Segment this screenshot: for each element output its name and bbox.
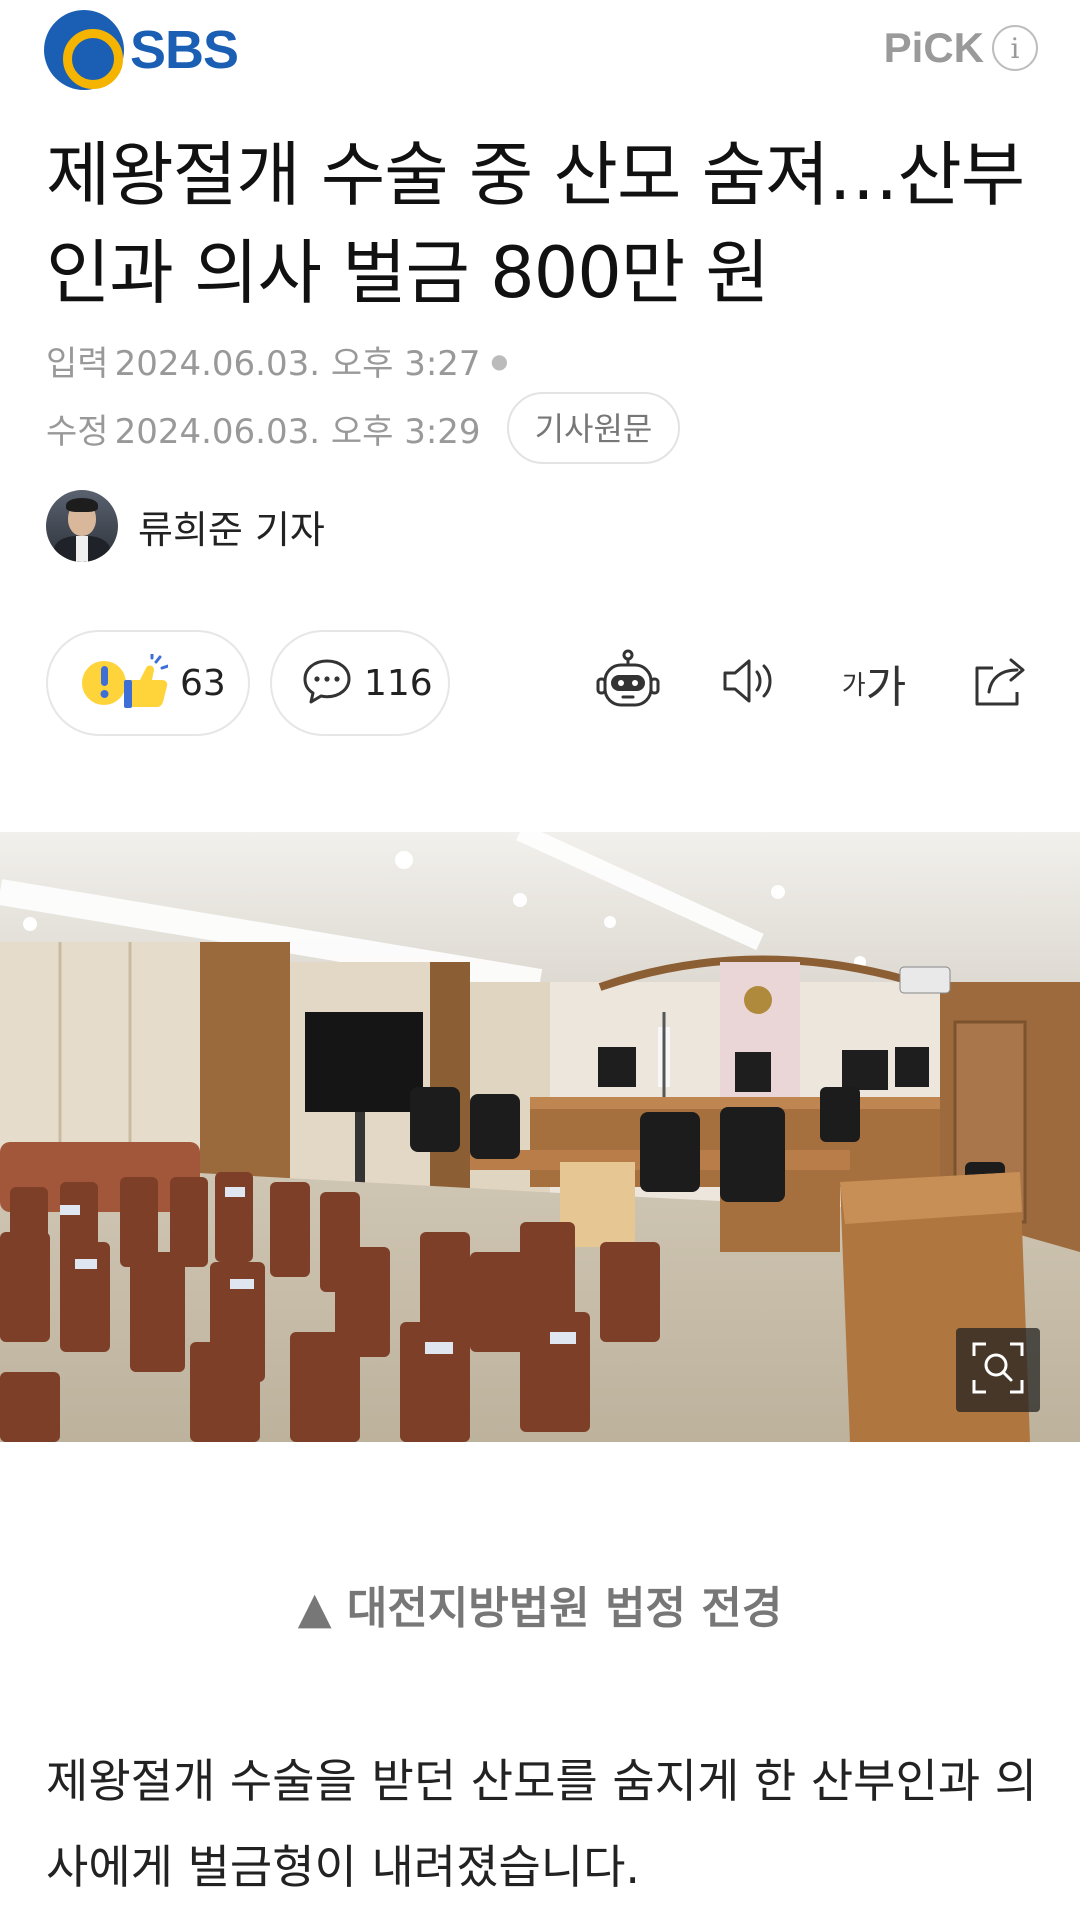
text-to-speech-button[interactable] [718,648,784,718]
font-size-large-label: 가 [865,662,907,713]
font-size-small-label: 가 [841,670,866,701]
avatar [46,490,118,562]
published-label: 입력 [46,344,109,384]
article-body-paragraph: 제왕절개 수술을 받던 산모를 숨지게 한 산부인과 의사에게 벌금형이 내려졌… [46,1754,1038,1894]
modified-label: 수정 [46,411,109,452]
published-time: 2024.06.03. 오후 3:27 [114,344,481,384]
separator-dot-icon: ● [490,348,509,373]
reporter[interactable]: 류희준 기자 [46,490,325,562]
comment-icon [302,657,352,709]
pick-label: PiCK [883,24,984,71]
font-size-button[interactable]: 가 가 [836,648,912,718]
info-icon[interactable]: i [992,25,1038,71]
sbs-logo-text: SBS [130,20,239,80]
summary-bot-button[interactable] [592,648,664,718]
share-icon [971,654,1029,712]
reaction-button[interactable]: 63 [46,630,250,736]
sbs-logo-mark [44,10,124,90]
sbs-logo[interactable]: SBS [44,10,239,90]
reaction-icon [82,654,168,712]
courtroom-image [0,832,1080,1442]
original-article-button[interactable]: 기사원문 [506,392,681,464]
robot-icon [595,649,661,717]
published-line: 입력 2024.06.03. 오후 3:27 ● [46,336,508,385]
modified-time: 2024.06.03. 오후 3:29 [114,411,481,452]
header: SBS PiCK i [0,0,1080,110]
article-photo[interactable] [0,832,1080,1442]
zoom-icon [970,1340,1026,1400]
article-title: 제왕절개 수술 중 산모 숨져…산부인과 의사 벌금 800만 원 [46,134,1025,314]
comment-button[interactable]: 116 [270,630,450,736]
speaker-icon [721,656,781,710]
reporter-name: 류희준 기자 [138,507,325,552]
zoom-button[interactable] [956,1328,1040,1412]
reaction-count: 63 [180,662,226,704]
modified-line: 수정 2024.06.03. 오후 3:29 기사원문 [46,392,681,464]
article-page: SBS PiCK i 제왕절개 수술 중 산모 숨져…산부인과 의사 벌금 80… [0,0,1080,1909]
photo-caption: ▲ 대전지방법원 법정 전경 [297,1583,783,1634]
share-button[interactable] [968,648,1032,718]
comment-count: 116 [364,662,433,704]
pick-badge[interactable]: PiCK i [884,24,1038,72]
